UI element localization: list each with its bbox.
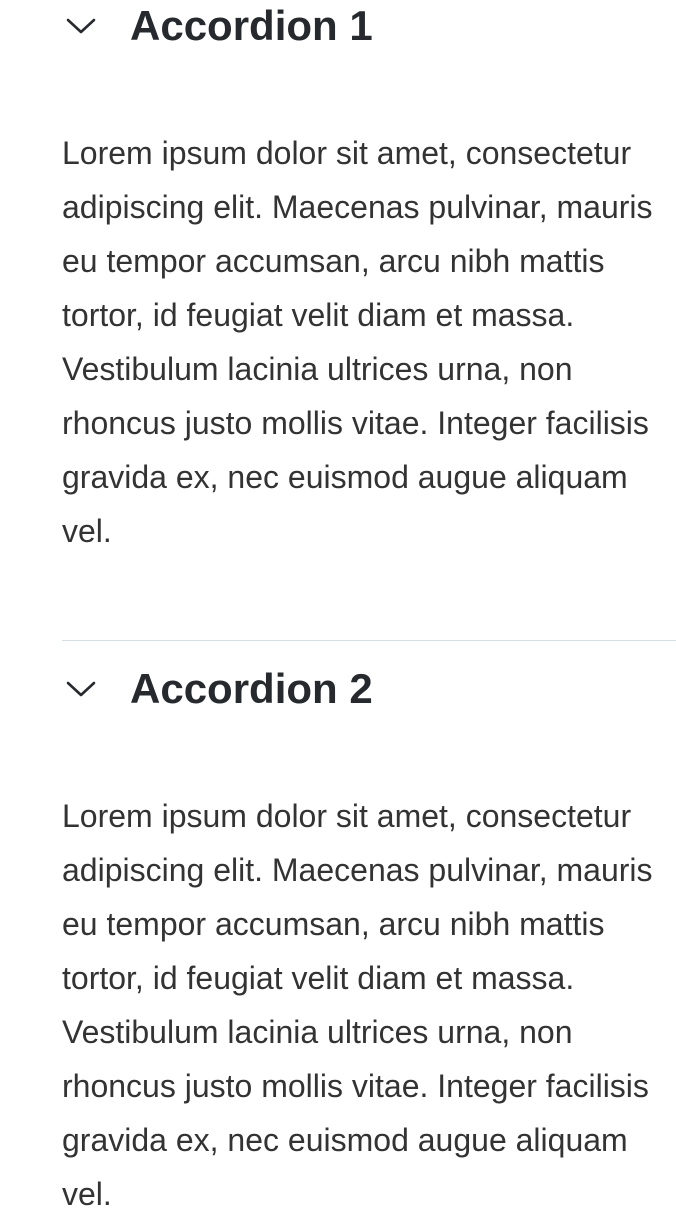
accordion-2-title[interactable]: Accordion 2	[130, 665, 373, 713]
accordion-1-title[interactable]: Accordion 1	[130, 2, 373, 50]
accordion-2-content: Lorem ipsum dolor sit amet, consectetur …	[62, 798, 653, 1208]
accordion-1-header[interactable]: Accordion 1	[62, 0, 676, 74]
chevron-down-icon[interactable]	[66, 679, 96, 699]
accordion-1: Accordion 1 Lorem ipsum dolor sit amet, …	[62, 0, 676, 549]
chevron-down-icon[interactable]	[66, 16, 96, 36]
accordion-2: Accordion 2 Lorem ipsum dolor sit amet, …	[62, 640, 676, 1208]
accordion-1-content: Lorem ipsum dolor sit amet, consectetur …	[62, 135, 653, 549]
accordion-2-header[interactable]: Accordion 2	[62, 641, 676, 737]
